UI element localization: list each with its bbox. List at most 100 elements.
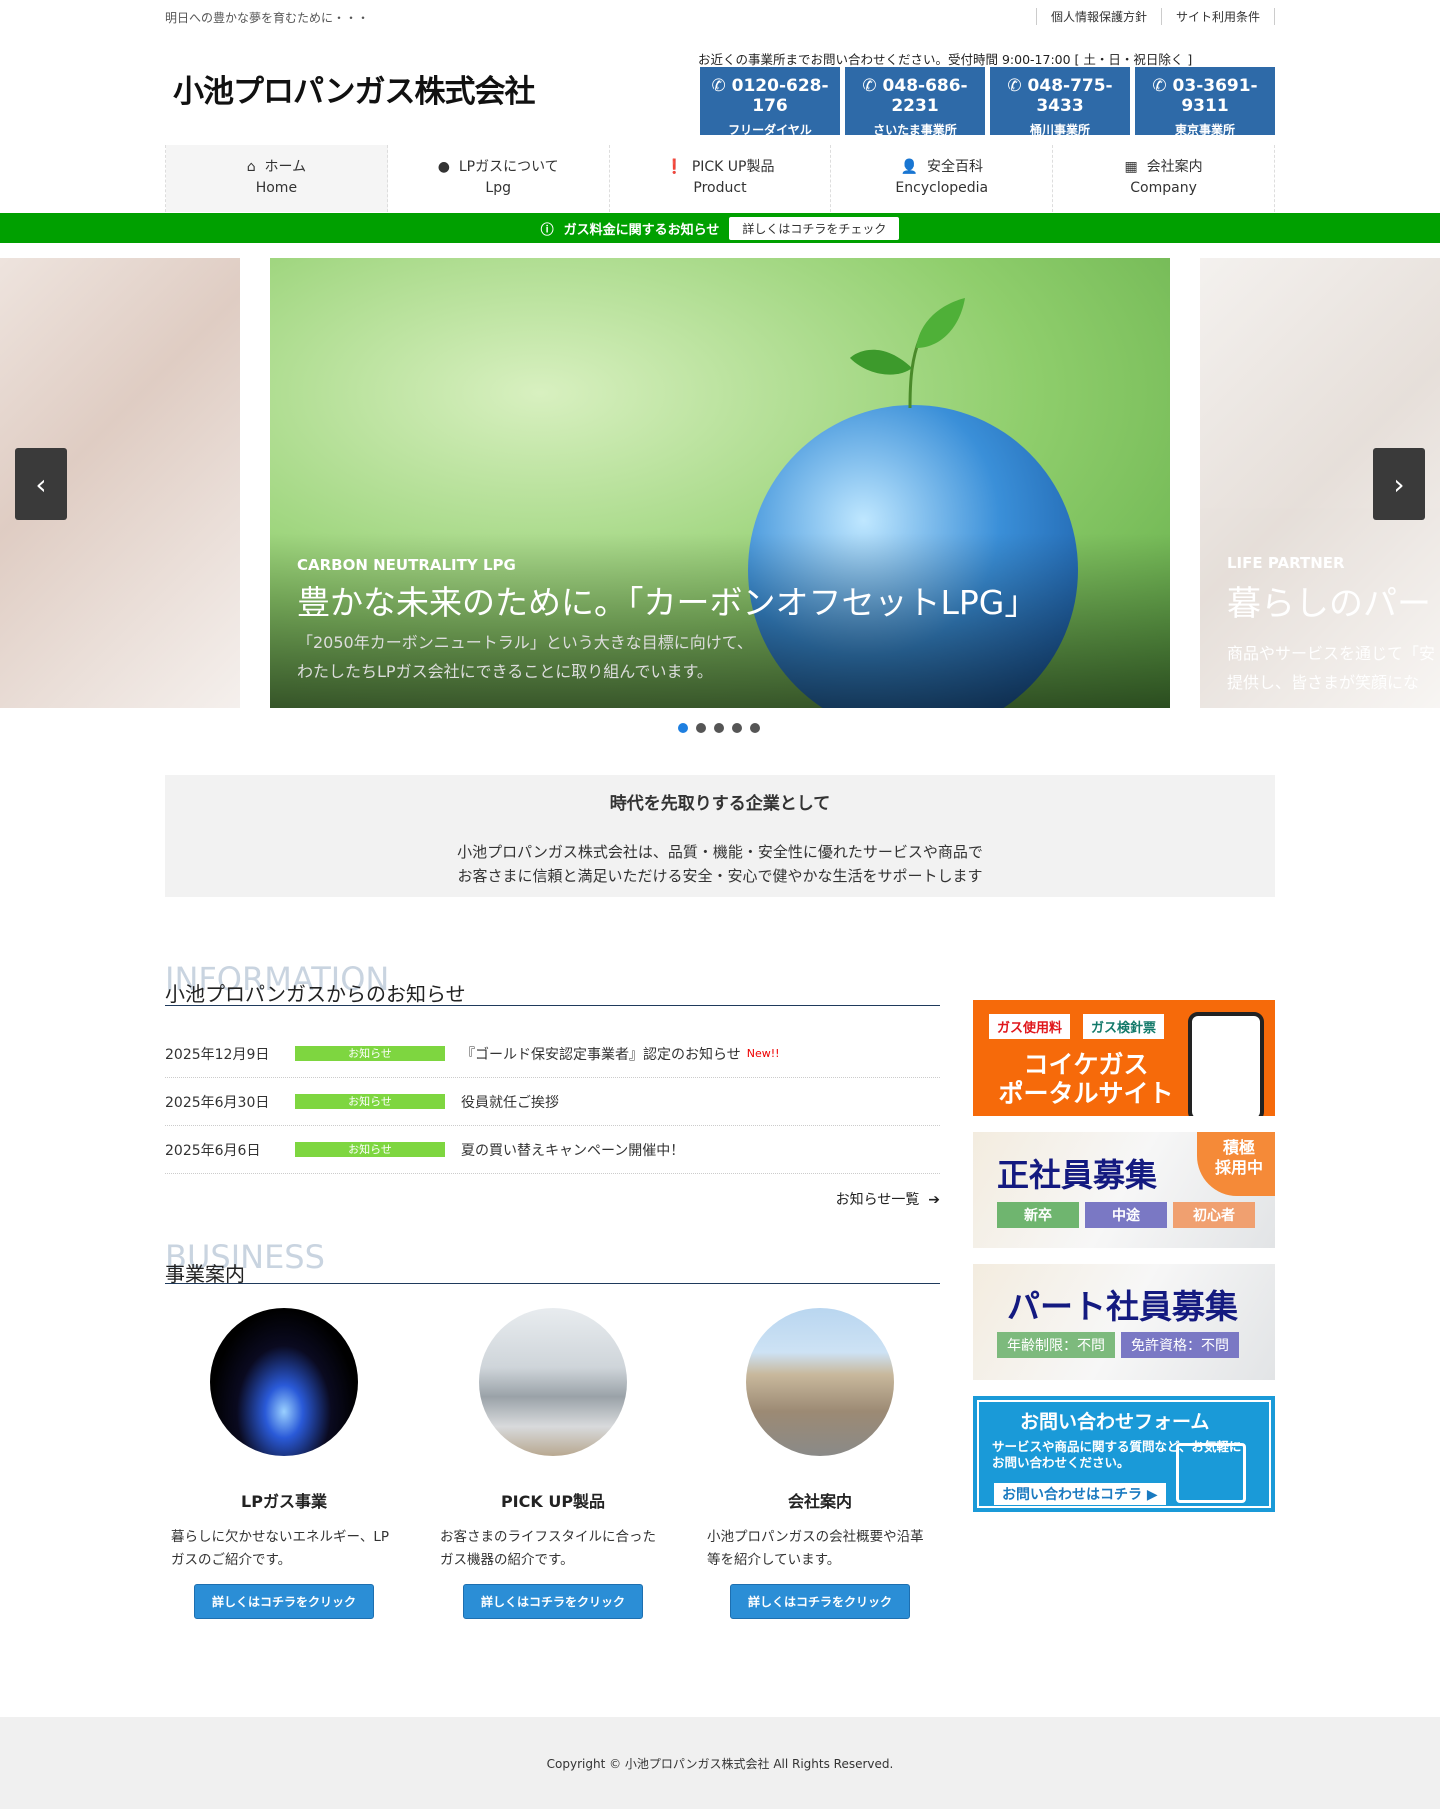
business-heading: BUSINESS 事業案内 (165, 1238, 940, 1286)
news-more-link[interactable]: お知らせ一覧 ➔ (836, 1189, 940, 1209)
slide-desc: 提供し、皆さまが笑顔にな (1227, 673, 1420, 692)
nav-encyclopedia[interactable]: 👤 安全百科 Encyclopedia (831, 145, 1054, 212)
contact-button-label: お問い合わせはコチラ (1002, 1487, 1142, 1503)
news-date: 2025年6月30日 (165, 1094, 270, 1111)
intro-text: お客さまに信頼と満足いただける安全・安心で健やかな生活をサポートします (457, 867, 983, 885)
phone-button-saitama[interactable]: ✆ 048-686-2231 さいたま事業所 (845, 67, 985, 137)
nav-label-jp: 安全百科 (926, 159, 983, 175)
contact-button: お問い合わせはコチラ ▶ (994, 1483, 1166, 1505)
business-title: PICK UP製品 (500, 1492, 606, 1511)
business-heading-en: BUSINESS (165, 1238, 325, 1276)
divider (165, 1005, 940, 1006)
banner-title: ポータルサイト (998, 1079, 1174, 1108)
slider-prev-button[interactable]: ‹ (15, 448, 67, 520)
nav-label-en: Home (255, 180, 298, 196)
nav-label-jp: LPガスについて (458, 159, 559, 175)
news-item[interactable]: 2025年12月9日 お知らせ 『ゴールド保安認定事業者』認定のお知らせ New!! (165, 1030, 940, 1078)
slider-dot[interactable] (714, 723, 724, 733)
phone-number: 0120-628-176 (731, 76, 829, 116)
portal-site-banner[interactable]: ガス使用料 ガス検針票 コイケガス ポータルサイト (973, 1000, 1275, 1116)
nav-label-en: Encyclopedia (895, 180, 989, 196)
business-detail-button[interactable]: 詳しくはコチラをクリック (729, 1584, 910, 1619)
slide-title: 豊かな未来のために。「カーボンオフセットLPG」 (297, 583, 1038, 622)
business-detail-button[interactable]: 詳しくはコチラをクリック (462, 1584, 643, 1619)
slider-dot[interactable] (732, 723, 742, 733)
tagline: 明日への豊かな夢を育むために・・・ (165, 11, 370, 25)
banner-title: コイケガス (1023, 1050, 1149, 1079)
nav-label-en: Product (693, 180, 747, 196)
alert-icon: ❗ (665, 159, 683, 175)
contact-note: お近くの事業所までお問い合わせください。受付時間 9:00-17:00 [ 土・… (698, 52, 1193, 67)
office-building-image (746, 1308, 894, 1456)
nav-lpg[interactable]: ● LPガスについて Lpg (388, 145, 610, 212)
info-heading: INFORMATION 小池プロパンガスからのお知らせ (165, 960, 940, 1006)
nav-label-en: Lpg (485, 180, 511, 196)
building-icon: ▦ (1124, 159, 1138, 175)
intro-title: 時代を先取りする企業として (609, 794, 831, 814)
phone-label: フリーダイヤル (728, 123, 812, 137)
news-date: 2025年6月6日 (165, 1142, 261, 1159)
business-detail-button[interactable]: 詳しくはコチラをクリック (193, 1584, 374, 1619)
nav-company[interactable]: ▦ 会社案内 Company (1053, 145, 1275, 212)
slide-title: 暮らしのパー (1227, 584, 1431, 624)
logo[interactable]: 小池プロパンガス株式会社 (173, 66, 536, 111)
gas-flame-image (210, 1308, 358, 1456)
nav-product[interactable]: ❗ PICK UP製品 Product (610, 145, 832, 212)
phone-label: さいたま事業所 (873, 123, 957, 137)
news-title[interactable]: 夏の買い替えキャンペーン開催中！ (461, 1140, 684, 1160)
slider-dots (678, 723, 760, 733)
info-icon: ⓘ (540, 222, 554, 238)
banner-badge: 積極 (1222, 1138, 1255, 1157)
phone-button-okegawa[interactable]: ✆ 048-775-3433 桶川事業所 (990, 67, 1130, 137)
footer: Copyright © 小池プロパンガス株式会社 All Rights Rese… (0, 1717, 1440, 1809)
slide-kicker: LIFE PARTNER (1227, 554, 1345, 572)
slider-dot[interactable] (696, 723, 706, 733)
phone-icon: ✆ (1007, 76, 1022, 96)
fulltime-recruit-banner[interactable]: 正社員募集 積極 採用中 新卒 中途 初心者 (973, 1132, 1275, 1248)
copyright: Copyright © 小池プロパンガス株式会社 All Rights Rese… (546, 1757, 894, 1771)
news-item[interactable]: 2025年6月6日 お知らせ 夏の買い替えキャンペーン開催中！ (165, 1126, 940, 1174)
business-card-lpg: LPガス事業 暮らしに欠かせないエネルギー、LPガスのご紹介です。 詳しくはコチ… (159, 1308, 409, 1619)
intro-text: 小池プロパンガス株式会社は、品質・機能・安全性に優れたサービスや商品で (457, 843, 983, 861)
slide-main[interactable]: CARBON NEUTRALITY LPG 豊かな未来のために。「カーボンオフセ… (270, 258, 1170, 708)
news-more-label: お知らせ一覧 (835, 1192, 920, 1208)
banner-title: お問い合わせフォーム (1020, 1411, 1210, 1433)
main-nav: ⌂ ホーム Home ● LPガスについて Lpg ❗ PICK UP製品 Produ… (165, 145, 1275, 212)
banner-title: パート社員募集 (1007, 1287, 1238, 1326)
phone-button-freedial[interactable]: ✆ 0120-628-176 フリーダイヤル (700, 67, 840, 137)
user-shield-icon: 👤 (900, 159, 919, 175)
notice-bar: ⓘ ガス料金に関するお知らせ 詳しくはコチラをチェック (0, 213, 1440, 243)
nav-label-jp: ホーム (264, 159, 307, 175)
slide-kicker: CARBON NEUTRALITY LPG (297, 556, 516, 574)
slider-next-button[interactable]: › (1373, 448, 1425, 520)
intro-box: 時代を先取りする企業として 小池プロパンガス株式会社は、品質・機能・安全性に優れ… (165, 775, 1275, 897)
phone-button-tokyo[interactable]: ✆ 03-3691-9311 東京事業所 (1135, 67, 1275, 137)
contact-form-banner[interactable]: お問い合わせフォーム サービスや商品に関する質問など、お気軽に お問い合わせくださ… (973, 1396, 1275, 1512)
nav-label-en: Company (1130, 180, 1197, 196)
news-title[interactable]: 役員就任ご挨拶 (461, 1092, 559, 1112)
notice-button[interactable]: 詳しくはコチラをチェック (729, 216, 900, 240)
news-title[interactable]: 『ゴールド保安認定事業者』認定のお知らせ (461, 1044, 741, 1064)
phone-icon: ✆ (711, 76, 726, 96)
nav-home[interactable]: ⌂ ホーム Home (166, 145, 388, 212)
business-desc: 暮らしに欠かせないエネルギー、LPガスのご紹介です。 (171, 1529, 390, 1568)
banner-tag: ガス使用料 (989, 1014, 1071, 1039)
slide-desc: 「2050年カーボンニュートラル」という大きな目標に向けて、 (297, 633, 753, 652)
business-title: LPガス事業 (241, 1492, 327, 1511)
news-item[interactable]: 2025年6月30日 お知らせ 役員就任ご挨拶 (165, 1078, 940, 1126)
nav-label-jp: PICK UP製品 (691, 159, 775, 175)
slider-dot[interactable] (678, 723, 688, 733)
banner-tag: 免許資格：不問 (1121, 1332, 1239, 1358)
terms-link[interactable]: サイト利用条件 (1160, 8, 1275, 25)
business-desc: お客さまのライフスタイルに合ったガス機器の紹介です。 (440, 1529, 656, 1568)
privacy-policy-link[interactable]: 個人情報保護方針 (1035, 8, 1161, 25)
phone-icon: ✆ (1152, 76, 1167, 96)
sprout-image (850, 298, 965, 408)
notice-text: ガス料金に関するお知らせ (563, 222, 720, 238)
parttime-recruit-banner[interactable]: パート社員募集 年齢制限：不問 免許資格：不問 (973, 1264, 1275, 1380)
devices-icon (1176, 1443, 1246, 1503)
banner-badge: 採用中 (1214, 1158, 1263, 1177)
top-links: 個人情報保護方針 サイト利用条件 (1035, 8, 1275, 25)
slide-desc: わたしたちLPガス会社にできることに取り組んでいます。 (297, 662, 713, 681)
slider-dot[interactable] (750, 723, 760, 733)
